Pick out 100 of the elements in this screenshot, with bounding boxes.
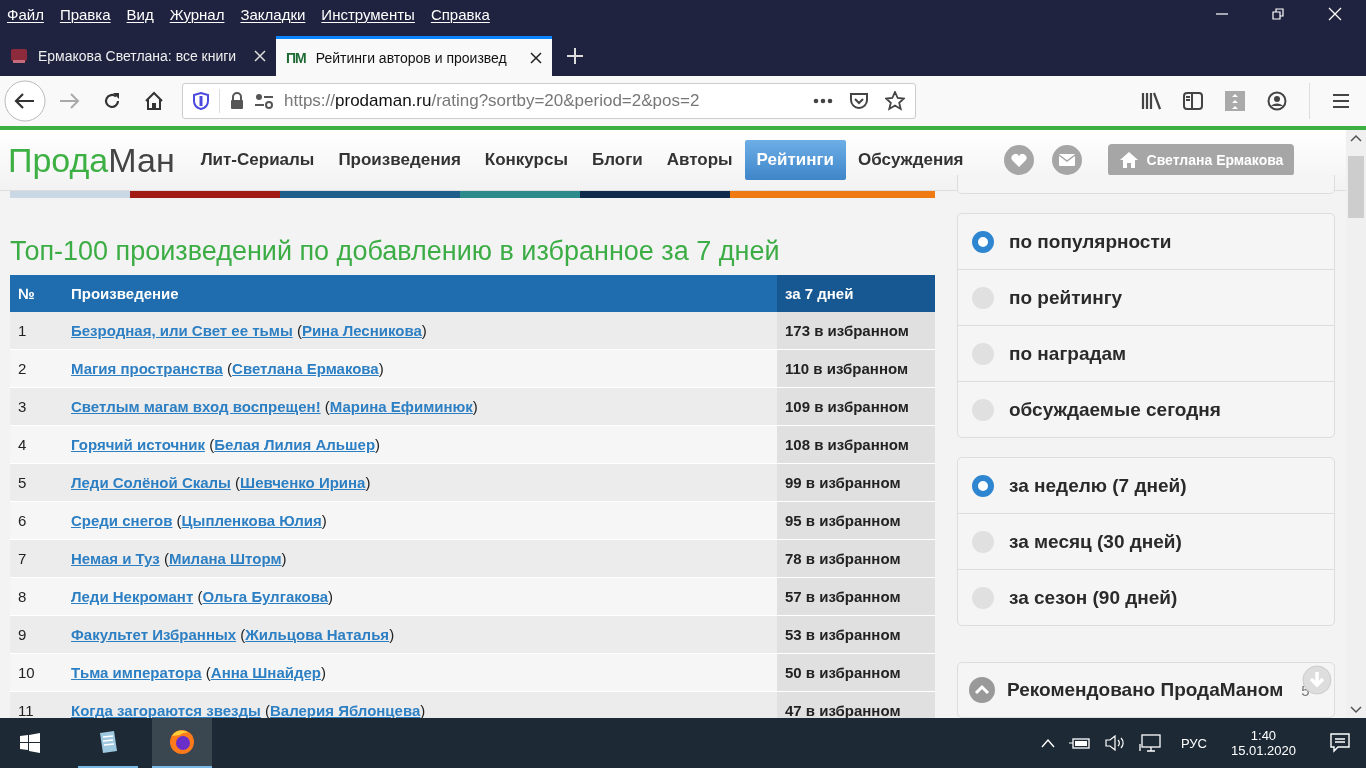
option-label: по наградам — [1009, 342, 1127, 365]
panel-title: Рекомендовано ПродаМаном — [1007, 679, 1284, 701]
home-icon — [1118, 151, 1139, 169]
column-header: за 7 дней — [777, 275, 935, 312]
network-icon[interactable] — [1138, 734, 1161, 752]
author-link[interactable]: Шевченко Ирина — [240, 474, 366, 491]
menu-item[interactable]: Справка — [430, 5, 490, 23]
period-option[interactable]: за неделю (7 дней) — [958, 458, 1334, 514]
plus-icon[interactable] — [566, 47, 584, 65]
author-link[interactable]: Милана Шторм — [168, 550, 282, 567]
star-icon[interactable] — [885, 91, 905, 111]
work-link[interactable]: Среди снегов — [71, 512, 173, 529]
clock-time[interactable]: 1:40 — [1250, 728, 1277, 743]
browser-tab[interactable]: ПМ Рейтинги авторов и произвед — [276, 36, 552, 76]
option-label: по популярности — [1009, 230, 1172, 253]
nav-link[interactable]: Конкурсы — [472, 140, 580, 180]
radio-button[interactable] — [972, 474, 994, 497]
language-indicator[interactable]: РУС — [1180, 735, 1207, 751]
work-link[interactable]: Светлым магам вход воспрещен! — [71, 398, 321, 415]
taskbar-app[interactable] — [152, 718, 212, 768]
work-link[interactable]: Горячий источник — [71, 436, 205, 453]
bracket-text: ( — [324, 398, 330, 415]
radio-button[interactable] — [972, 230, 994, 253]
option-label: за месяц (30 дней) — [1009, 530, 1182, 553]
period-option[interactable]: за месяц (30 дней) — [958, 514, 1334, 570]
menu-item[interactable]: Файл — [7, 5, 44, 23]
sort-option[interactable]: обсуждаемые сегодня — [958, 382, 1334, 437]
rank-cell: 2 — [10, 349, 63, 388]
bracket-text: ) — [375, 436, 381, 453]
rank-cell: 11 — [10, 691, 63, 718]
menu-item[interactable]: Инструменты — [321, 5, 415, 23]
sort-option[interactable]: по популярности — [958, 214, 1334, 270]
option-label: по рейтингу — [1009, 286, 1123, 309]
menu-icon[interactable] — [1332, 93, 1350, 109]
column-header: Произведение — [63, 275, 777, 312]
bracket-text: ( — [205, 664, 211, 681]
work-link[interactable]: Безродная, или Свет ее тьмы — [71, 322, 293, 339]
sidebar-icon[interactable] — [1183, 92, 1203, 110]
menu-item[interactable]: Закладки — [240, 5, 306, 23]
work-link[interactable]: Тьма императора — [71, 664, 202, 681]
notification-icon[interactable] — [1330, 733, 1350, 753]
sort-option[interactable]: по рейтингу — [958, 270, 1334, 326]
rank-cell: 1 — [10, 312, 63, 350]
page-title: Топ-100 произведений по добавлению в избранное за 7 дней — [10, 236, 781, 267]
favorites-count-cell: 50 в избранном — [777, 653, 935, 692]
work-link[interactable]: Леди Солёной Скалы — [71, 474, 231, 491]
favorites-count-cell: 78 в избранном — [777, 539, 935, 578]
work-link[interactable]: Магия пространства — [71, 360, 223, 377]
author-link[interactable]: Цыпленкова Юлия — [181, 512, 322, 529]
restore-icon[interactable] — [1272, 8, 1284, 20]
rank-cell: 5 — [10, 463, 63, 502]
site-logo[interactable]: ПродаМан — [8, 140, 175, 180]
close-icon[interactable] — [530, 51, 542, 64]
bracket-text: ) — [328, 588, 334, 605]
bracket-text: ( — [176, 512, 182, 529]
work-link[interactable]: Леди Некромант — [71, 588, 194, 605]
favorites-count-cell: 95 в избранном — [777, 501, 935, 540]
account-icon[interactable] — [1267, 91, 1287, 111]
menu-item[interactable]: Журнал — [169, 5, 225, 23]
sort-option[interactable]: по наградам — [958, 326, 1334, 382]
nav-link[interactable]: Авторы — [654, 140, 745, 180]
browser-tab[interactable]: Ермакова Светлана: все книги — [0, 36, 276, 76]
battery-icon[interactable] — [1068, 736, 1091, 750]
bracket-text: ( — [227, 360, 233, 377]
reload-icon[interactable] — [102, 91, 122, 111]
period-option[interactable]: за сезон (90 дней) — [958, 570, 1334, 625]
option-label: обсуждаемые сегодня — [1009, 398, 1221, 421]
author-link[interactable]: Светлана Ермакова — [232, 360, 379, 377]
favorites-count-cell: 53 в избранном — [777, 615, 935, 654]
volume-icon[interactable] — [1104, 735, 1125, 751]
permissions-icon[interactable] — [254, 93, 274, 109]
windows-logo-icon[interactable] — [20, 733, 40, 753]
work-link[interactable]: Факультет Избранных — [71, 626, 237, 643]
author-link[interactable]: Анна Шнайдер — [210, 664, 321, 681]
author-link[interactable]: Жильцова Наталья — [245, 626, 390, 643]
nav-link[interactable]: Произведения — [326, 140, 473, 180]
work-link[interactable]: Немая и Туз — [71, 550, 160, 567]
menu-item[interactable]: Правка — [59, 5, 111, 23]
scrollbar-thumb[interactable] — [1348, 156, 1364, 218]
nav-link[interactable]: Лит-Сериалы — [188, 140, 327, 180]
home-icon[interactable] — [144, 91, 164, 111]
author-link[interactable]: Ольга Булгакова — [202, 588, 329, 605]
nav-link[interactable]: Блоги — [579, 140, 655, 180]
column-header: № — [10, 275, 63, 312]
scroll-down-icon[interactable] — [1350, 706, 1362, 714]
site-favicon: ПМ — [286, 49, 306, 66]
rank-cell: 4 — [10, 425, 63, 464]
author-link[interactable]: Рина Лесникова — [301, 322, 422, 339]
author-link[interactable]: Марина Ефиминюк — [329, 398, 473, 415]
clock-date[interactable]: 15.01.2020 — [1230, 743, 1296, 758]
author-link[interactable]: Белая Лилия Альшер — [214, 436, 376, 453]
address-bar[interactable]: https://prodaman.ru/rating?sortby=20&period=2&pos=2 — [182, 83, 916, 119]
library-icon[interactable] — [1141, 92, 1161, 110]
pocket-icon[interactable] — [849, 92, 869, 110]
chevron-up-icon[interactable] — [1040, 738, 1055, 748]
menu-item[interactable]: Вид — [126, 5, 154, 23]
more-icon[interactable] — [813, 98, 833, 104]
shield-icon — [193, 92, 209, 110]
scroll-up-icon[interactable] — [1350, 134, 1362, 142]
nav-link[interactable]: Обсуждения — [846, 140, 976, 180]
